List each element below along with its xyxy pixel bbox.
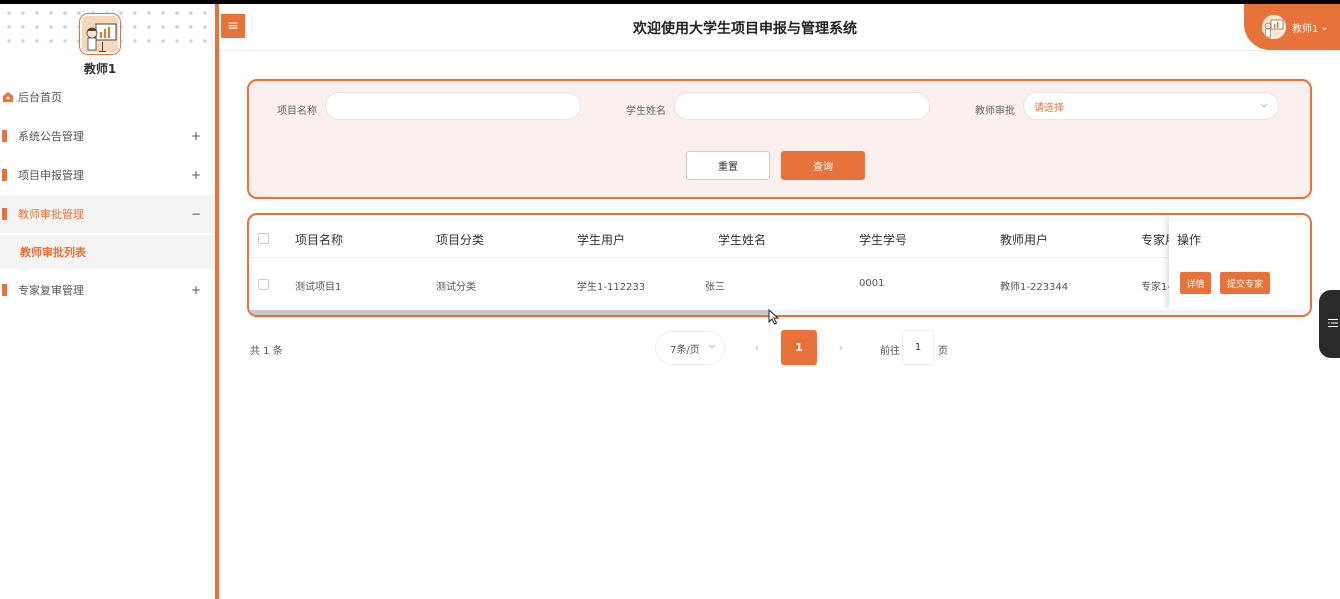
sidebar-item-label: 后台首页 — [18, 91, 62, 104]
column-header: 操作 — [1177, 233, 1202, 247]
sidebar-subitem-teacher-approval-list[interactable]: 教师审批列表 — [0, 235, 215, 269]
sidebar-item-label: 系统公告管理 — [18, 130, 84, 143]
teacher-approval-select[interactable]: 请选择 — [1023, 92, 1279, 120]
expand-icon: + — [190, 168, 201, 182]
menu-toggle-button[interactable]: ≡ — [221, 14, 245, 38]
cell-student-name: 张三 — [705, 282, 725, 293]
expand-icon: + — [190, 129, 201, 143]
project-name-input[interactable] — [325, 92, 581, 120]
sidebar-item-teacher-approval[interactable]: 教师审批管理 − — [0, 195, 215, 233]
collapse-icon: − — [190, 207, 201, 221]
grid-icon — [2, 130, 14, 142]
sidebar-subitem-label: 教师审批列表 — [20, 246, 86, 259]
column-header[interactable]: 项目分类 — [436, 231, 484, 248]
chevron-right-icon: › — [838, 341, 844, 354]
page-size-value: 7条/页 — [670, 344, 700, 356]
cell-category: 测试分类 — [436, 282, 476, 293]
chevron-down-icon: ⌄ — [1320, 21, 1329, 33]
fixed-actions-column: 操作 详情 提交专家 — [1169, 215, 1310, 310]
student-name-input[interactable] — [674, 92, 930, 120]
goto-suffix-label: 页 — [938, 346, 948, 357]
sidebar-item-label: 教师审批管理 — [18, 208, 84, 221]
column-header[interactable]: 学生用户 — [577, 231, 625, 248]
user-avatar-icon — [1262, 15, 1286, 39]
sidebar-item-label: 专家复审管理 — [18, 284, 84, 297]
search-panel: 项目名称 学生姓名 教师审批 请选择 重置 查询 — [247, 79, 1312, 199]
sidebar-item-home[interactable]: 后台首页 — [0, 78, 215, 116]
prev-page-button[interactable]: ‹ — [739, 330, 775, 365]
cell-project-name: 测试项目1 — [295, 282, 342, 293]
total-count: 共 1 条 — [250, 346, 283, 357]
list-icon — [1328, 318, 1338, 331]
column-header[interactable]: 项目名称 — [295, 231, 343, 248]
cell-student-no: 0001 — [859, 278, 885, 289]
expand-icon: + — [190, 283, 201, 297]
grid-icon — [2, 208, 14, 220]
sidebar-item-project-applications[interactable]: 项目申报管理 + — [0, 156, 215, 194]
student-name-label: 学生姓名 — [626, 106, 666, 117]
goto-label: 前往 — [880, 346, 900, 357]
teacher-approval-placeholder: 请选择 — [1034, 102, 1064, 114]
user-menu-button[interactable]: 教师1 ⌄ — [1244, 4, 1340, 50]
sidebar-item-label: 项目申报管理 — [18, 169, 84, 182]
teacher-avatar-icon — [82, 16, 118, 52]
data-table: 项目名称 项目分类 学生用户 学生姓名 学生学号 教师用户 专家用户 测试项目1… — [247, 213, 1312, 317]
page-number-button[interactable]: 1 — [781, 330, 817, 365]
grid-icon — [2, 284, 14, 296]
cell-teacher-user: 教师1-223344 — [1000, 282, 1069, 293]
chevron-down-icon — [1260, 101, 1268, 112]
cell-expert-user: 专家1- — [1141, 282, 1171, 293]
column-header[interactable]: 教师用户 — [1000, 231, 1048, 248]
sidebar-avatar — [80, 14, 120, 54]
column-header[interactable]: 学生学号 — [859, 231, 907, 248]
query-button[interactable]: 查询 — [781, 151, 865, 180]
floating-side-tab[interactable] — [1319, 290, 1340, 358]
sidebar-user-name: 教师1 — [83, 62, 117, 76]
details-button[interactable]: 详情 — [1180, 272, 1211, 294]
row-checkbox[interactable] — [258, 279, 269, 290]
column-header[interactable]: 学生姓名 — [718, 231, 766, 248]
page-size-select[interactable]: 7条/页 — [655, 331, 725, 365]
page-title: 欢迎使用大学生项目申报与管理系统 — [633, 21, 857, 37]
goto-page-input[interactable]: 1 — [902, 330, 934, 365]
chevron-down-icon — [708, 343, 716, 353]
next-page-button[interactable]: › — [823, 330, 859, 365]
hamburger-icon: ≡ — [227, 18, 239, 34]
select-all-checkbox[interactable] — [258, 233, 269, 244]
grid-icon — [2, 169, 14, 181]
user-menu-label: 教师1 — [1292, 23, 1319, 35]
sidebar-item-expert-review[interactable]: 专家复审管理 + — [0, 271, 215, 309]
sidebar-border — [215, 4, 219, 599]
submit-to-expert-button[interactable]: 提交专家 — [1220, 272, 1270, 294]
home-icon — [2, 91, 14, 103]
reset-button[interactable]: 重置 — [686, 151, 770, 180]
header-divider — [219, 50, 1340, 51]
header-divider — [249, 257, 1310, 258]
project-name-label: 项目名称 — [277, 106, 317, 117]
sidebar-item-announcements[interactable]: 系统公告管理 + — [0, 117, 215, 155]
cell-student-user: 学生1-112233 — [577, 282, 646, 293]
chevron-left-icon: ‹ — [754, 341, 760, 354]
horizontal-scrollbar-thumb[interactable] — [249, 310, 769, 315]
teacher-approval-label: 教师审批 — [975, 106, 1015, 117]
mouse-cursor-icon — [768, 308, 780, 329]
